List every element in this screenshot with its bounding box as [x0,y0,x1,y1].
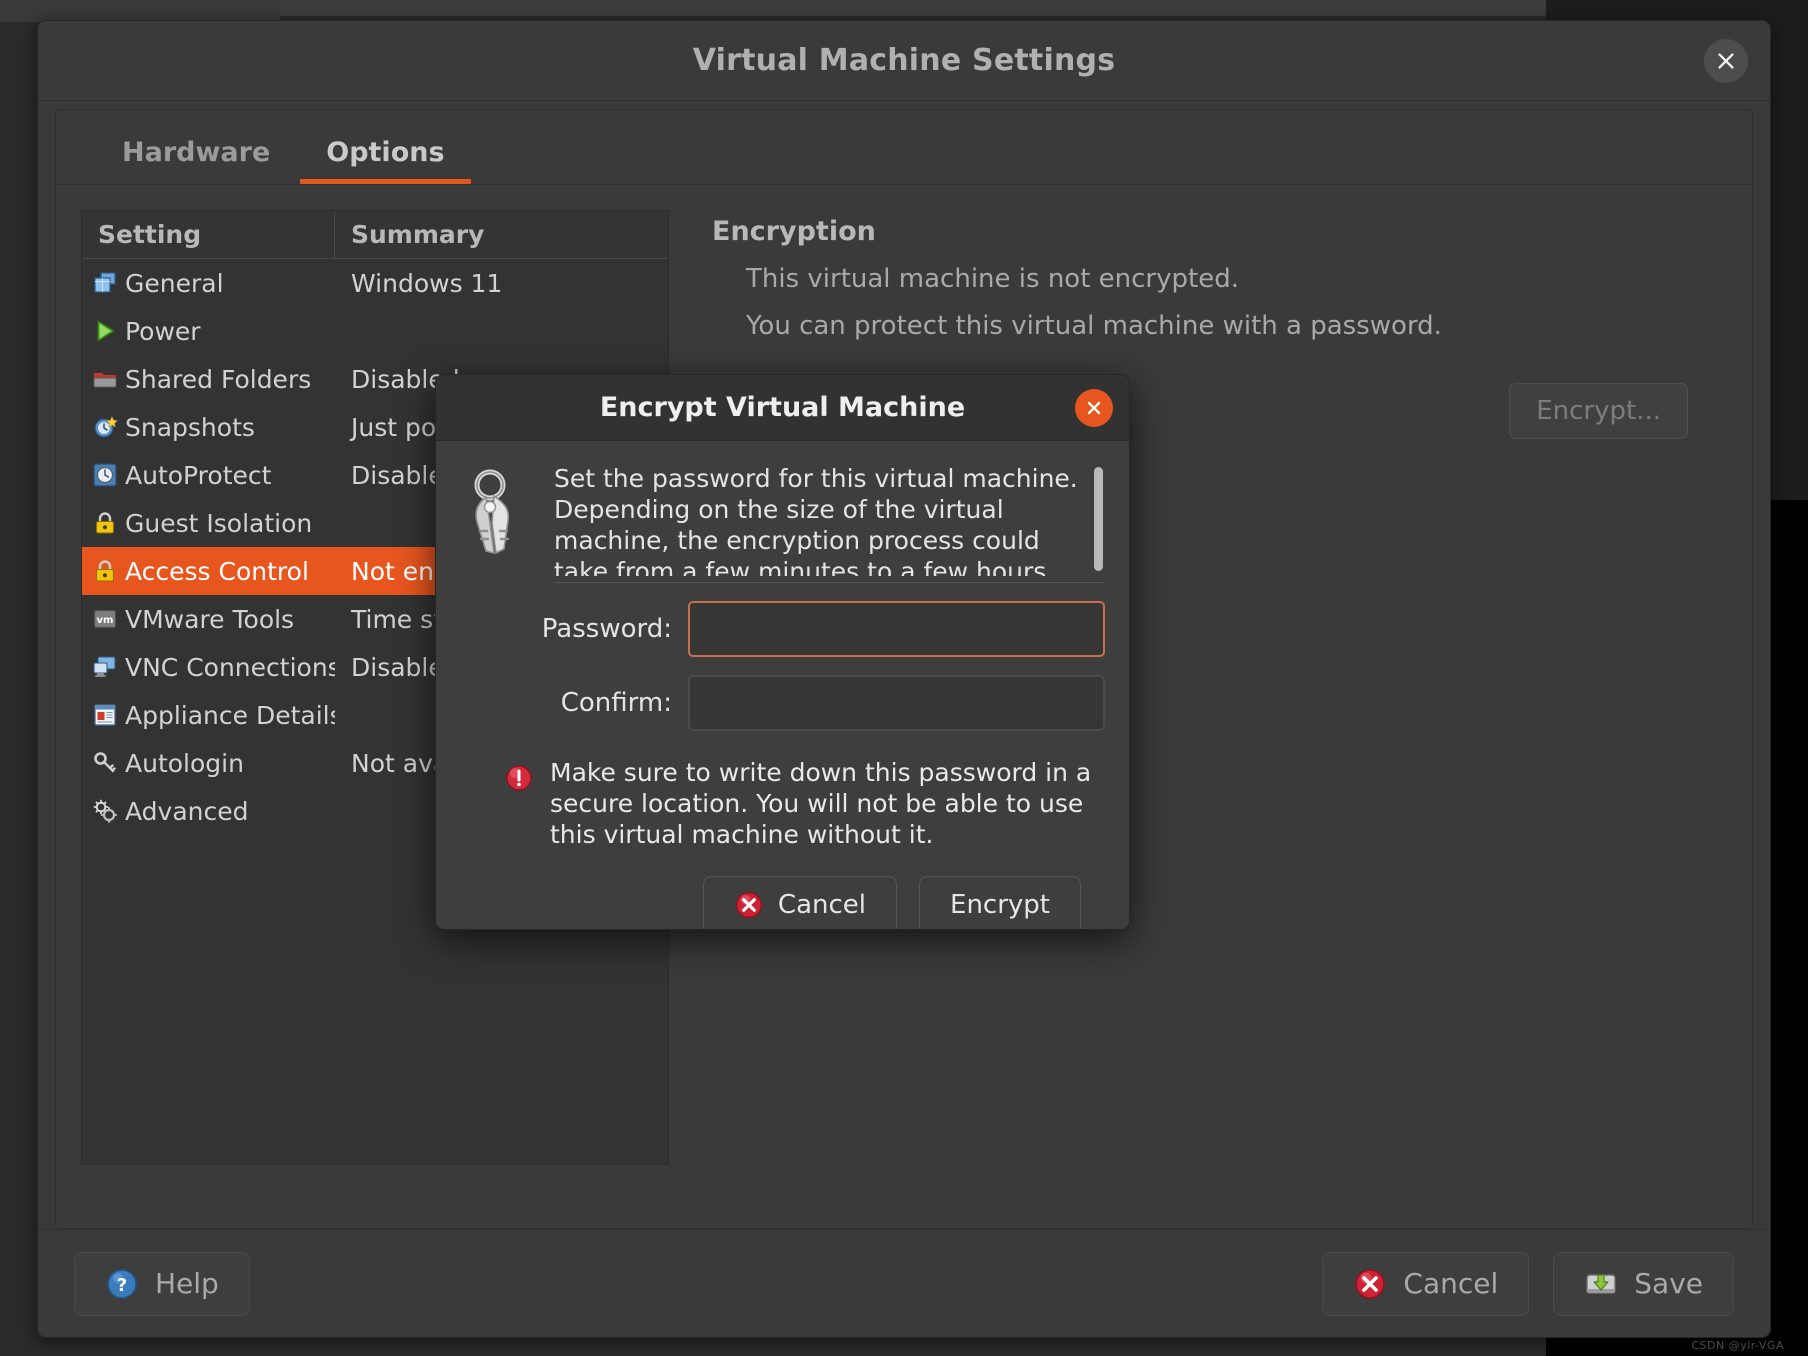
list-item-label: Appliance Details [125,700,335,730]
list-item-label: General [125,268,224,298]
detail-status-line: This virtual machine is not encrypted. [746,264,1239,294]
save-disk-icon [1586,1273,1616,1294]
password-label: Password: [541,614,672,644]
list-item-label: Guest Isolation [125,508,313,538]
watermark: CSDN @ylr-VGA [1691,1339,1784,1352]
dialog-description: Set the password for this virtual machin… [554,464,1078,576]
page-title: Virtual Machine Settings [692,43,1116,78]
keys-icon [474,469,510,555]
svg-text:?: ? [117,1275,127,1296]
screen: Virtual Machine Settings Hardware Option… [0,0,1808,1356]
lock-icon [95,560,115,582]
list-item[interactable]: General Windows 11 [82,259,668,307]
list-item-label: VMware Tools [125,604,295,634]
lock-icon [95,512,115,534]
dialog-encrypt-button[interactable]: Encrypt [919,876,1081,929]
dialog-body: Set the password for this virtual machin… [436,441,1129,929]
desktop-strip-top [280,0,1546,16]
help-button[interactable]: ? Help [74,1251,250,1316]
column-header-setting: Setting [82,211,335,258]
window-titlebar: Virtual Machine Settings [38,21,1770,101]
question-mark-icon: ? [107,1268,137,1299]
windows-stack-icon [94,272,116,293]
monitor-icon [93,656,116,677]
desktop-strip-left [0,0,280,22]
dialog-titlebar: Encrypt Virtual Machine [436,375,1129,441]
detail-heading: Encryption [712,216,876,247]
error-circle-icon [1355,1268,1386,1299]
list-item-label: Snapshots [125,412,255,442]
dialog-title: Encrypt Virtual Machine [599,392,966,423]
shield-clock-icon [93,463,117,487]
warning-text: Make sure to write down this password in… [550,758,1092,849]
help-button-label: Help [155,1267,219,1300]
close-icon[interactable] [1704,38,1748,83]
tabstrip: Hardware Options [56,110,1752,185]
confirm-field-row: Confirm: [460,675,1105,731]
tab-hardware[interactable]: Hardware [94,137,298,184]
save-button-label: Save [1634,1267,1703,1300]
error-circle-icon [735,891,762,919]
list-item-label: Advanced [125,796,249,826]
cancel-button-label: Cancel [1403,1267,1499,1300]
cancel-button[interactable]: Cancel [1322,1251,1530,1316]
password-input[interactable] [688,601,1105,657]
list-item-label: Power [125,316,201,346]
password-field-row: Password: [460,601,1105,657]
description-scrollbar[interactable] [1094,467,1103,575]
divider [554,582,1105,583]
folder-icon [93,373,117,388]
list-item[interactable]: Power [82,307,668,355]
tab-options[interactable]: Options [298,137,472,184]
play-triangle-icon [97,320,115,342]
warning-row: Make sure to write down this password in… [504,757,1105,850]
list-item-label: Access Control [125,556,309,586]
encrypt-vm-dialog: Encrypt Virtual Machine Set the password… [435,374,1130,930]
confirm-label: Confirm: [560,688,672,718]
window-bottom-bar: ? Help Cancel Save [38,1229,1770,1337]
column-header-summary: Summary [351,220,485,249]
list-item-label: AutoProtect [125,460,272,490]
encrypt-button[interactable]: Encrypt... [1509,383,1688,439]
dialog-cancel-label: Cancel [777,890,867,920]
list-item-summary: Windows 11 [351,268,503,298]
vm-badge-icon: vm [93,609,117,629]
save-button[interactable]: Save [1553,1251,1734,1316]
detail-hint-line: You can protect this virtual machine wit… [746,311,1442,341]
document-icon [94,704,116,726]
dialog-close-icon[interactable] [1075,388,1113,427]
clock-star-icon [94,416,118,438]
settings-list-header: Setting Summary [82,211,668,259]
gears-icon [93,799,117,823]
key-icon [94,752,116,773]
list-item-label: Shared Folders [125,364,312,394]
dialog-cancel-button[interactable]: Cancel [702,876,898,929]
warning-icon [506,765,532,791]
list-item-label: VNC Connections [125,652,335,682]
list-item-label: Autologin [125,748,244,778]
confirm-input[interactable] [688,675,1105,731]
dialog-actions: Cancel Encrypt [460,876,1081,929]
svg-text:vm: vm [97,615,114,626]
